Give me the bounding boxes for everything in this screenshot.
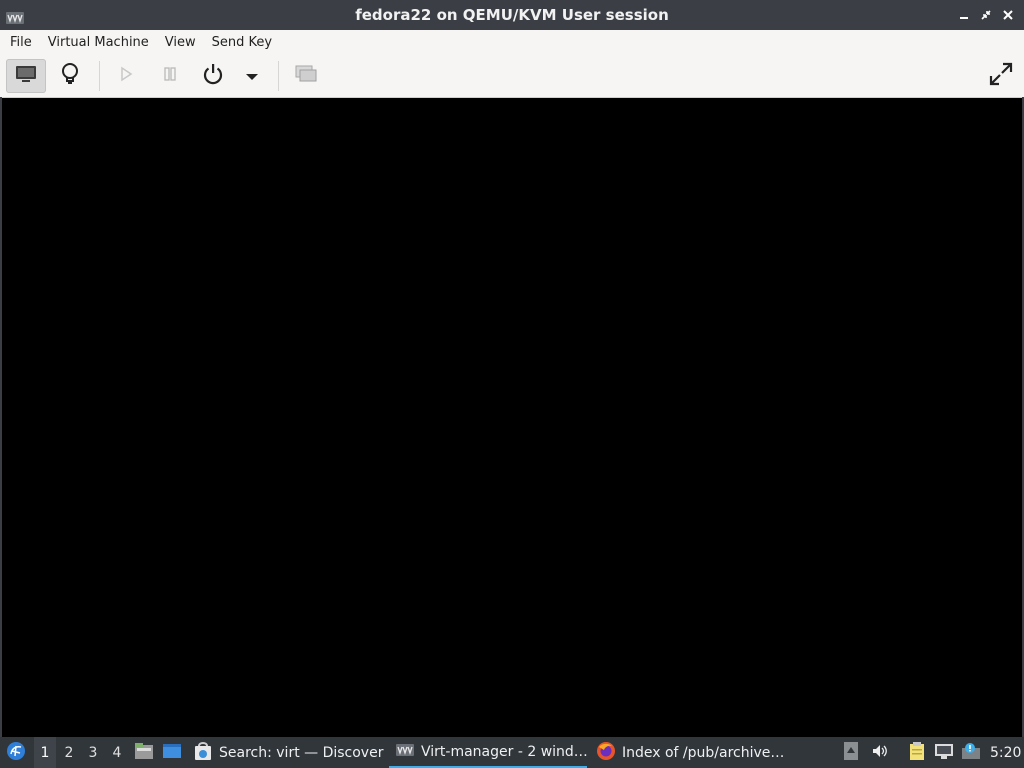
task-discover[interactable]: Search: virt — Discover <box>193 737 383 768</box>
menu-view[interactable]: View <box>157 30 204 55</box>
desktop-switch-3[interactable]: 3 <box>82 737 104 768</box>
dropdown-arrow-icon <box>245 67 259 86</box>
close-icon[interactable] <box>1000 7 1016 23</box>
tray-expander[interactable] <box>843 737 859 768</box>
firefox-icon <box>596 741 616 765</box>
desktop-switch-1[interactable]: 1 <box>34 737 56 768</box>
file-manager-icon <box>134 742 154 764</box>
clipboard-icon <box>908 741 926 765</box>
desktop-switch-2[interactable]: 2 <box>58 737 80 768</box>
window-titlebar[interactable]: fedora22 on QEMU/KVM User session <box>0 0 1024 30</box>
toolbar <box>0 55 1024 98</box>
fullscreen-icon <box>988 61 1014 91</box>
tray-volume[interactable] <box>870 737 890 768</box>
tray-up-arrow-icon <box>844 741 858 764</box>
task-virt-manager[interactable]: Virt-manager - 2 wind… <box>389 737 588 768</box>
restore-icon[interactable] <box>978 7 994 23</box>
shutdown-menu-button[interactable] <box>232 59 272 93</box>
lxqt-launcher-icon <box>6 741 26 765</box>
application-launcher[interactable] <box>4 737 28 768</box>
power-icon <box>201 62 225 90</box>
virt-manager-icon <box>395 743 415 760</box>
show-desktop-icon <box>162 742 182 764</box>
snapshots-icon <box>294 64 318 88</box>
fullscreen-button[interactable] <box>981 59 1021 93</box>
snapshots-button[interactable] <box>286 59 326 93</box>
lightbulb-icon <box>59 62 81 90</box>
clock[interactable]: 5:20 <box>990 737 1021 768</box>
tray-network[interactable] <box>933 737 955 768</box>
shutdown-button[interactable] <box>193 59 233 93</box>
task-label: Virt-manager - 2 wind… <box>421 743 588 760</box>
tray-updates[interactable] <box>960 737 982 768</box>
vm-console-display[interactable] <box>2 98 1022 736</box>
pause-button[interactable] <box>150 59 190 93</box>
details-button[interactable] <box>50 59 90 93</box>
pause-icon <box>161 65 179 87</box>
toolbar-separator <box>278 61 279 91</box>
network-icon <box>934 742 954 764</box>
task-label: Index of /pub/archive… <box>622 744 785 761</box>
play-icon <box>117 65 135 87</box>
task-label: Search: virt — Discover <box>219 744 384 761</box>
discover-icon <box>193 741 213 765</box>
console-button[interactable] <box>6 59 46 93</box>
monitor-icon <box>14 64 38 88</box>
tray-clipboard[interactable] <box>906 737 928 768</box>
task-firefox[interactable]: Index of /pub/archive… <box>596 737 784 768</box>
minimize-icon[interactable] <box>956 7 972 23</box>
update-notifier-icon <box>961 742 981 764</box>
menu-virtual-machine[interactable]: Virtual Machine <box>40 30 157 55</box>
menu-file[interactable]: File <box>0 30 40 55</box>
desktop-switch-4[interactable]: 4 <box>106 737 128 768</box>
quicklaunch-desktop[interactable] <box>161 737 183 768</box>
volume-icon <box>871 742 889 764</box>
menu-send-key[interactable]: Send Key <box>204 30 280 55</box>
taskbar: 1 2 3 4 Search: virt — Discover Virt-man… <box>0 737 1024 768</box>
run-button[interactable] <box>106 59 146 93</box>
menubar: File Virtual Machine View Send Key <box>0 30 1024 56</box>
toolbar-separator <box>99 61 100 91</box>
quicklaunch-file-manager[interactable] <box>133 737 155 768</box>
window-title: fedora22 on QEMU/KVM User session <box>355 6 669 24</box>
